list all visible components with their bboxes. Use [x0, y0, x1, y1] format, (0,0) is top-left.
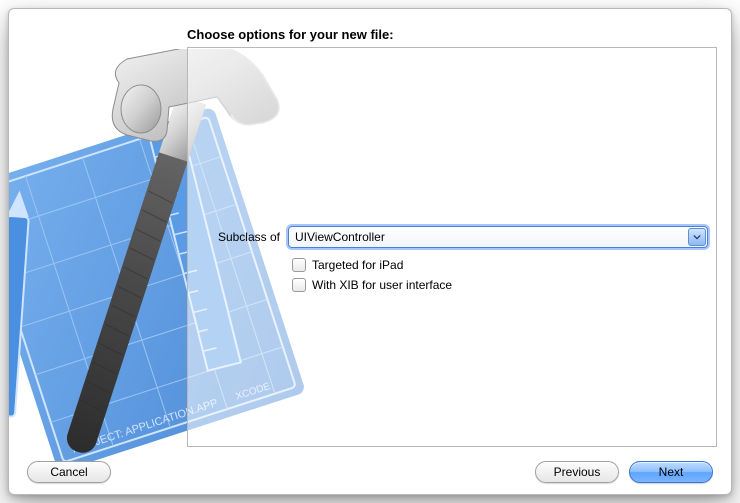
options-panel: Subclass of Targeted for iPad With XIB f…: [187, 47, 717, 447]
previous-button[interactable]: Previous: [535, 461, 619, 483]
subclass-dropdown-button[interactable]: [688, 228, 706, 246]
footer-bar: Cancel Previous Next: [9, 450, 731, 494]
targeted-for-ipad-label: Targeted for iPad: [312, 258, 403, 272]
page-title: Choose options for your new file:: [187, 27, 394, 42]
subclass-input[interactable]: [288, 226, 708, 248]
targeted-for-ipad-row[interactable]: Targeted for iPad: [292, 258, 403, 272]
next-button[interactable]: Next: [629, 461, 713, 483]
with-xib-checkbox[interactable]: [292, 278, 306, 292]
targeted-for-ipad-checkbox[interactable]: [292, 258, 306, 272]
with-xib-label: With XIB for user interface: [312, 278, 452, 292]
subclass-row: Subclass of: [198, 226, 708, 248]
new-file-options-sheet: PROJECT: APPLICATION.APP XCODE: [8, 8, 732, 495]
chevron-down-icon: [693, 233, 701, 241]
with-xib-row[interactable]: With XIB for user interface: [292, 278, 452, 292]
subclass-label: Subclass of: [198, 230, 280, 244]
cancel-button[interactable]: Cancel: [27, 461, 111, 483]
subclass-combobox[interactable]: [288, 226, 708, 248]
